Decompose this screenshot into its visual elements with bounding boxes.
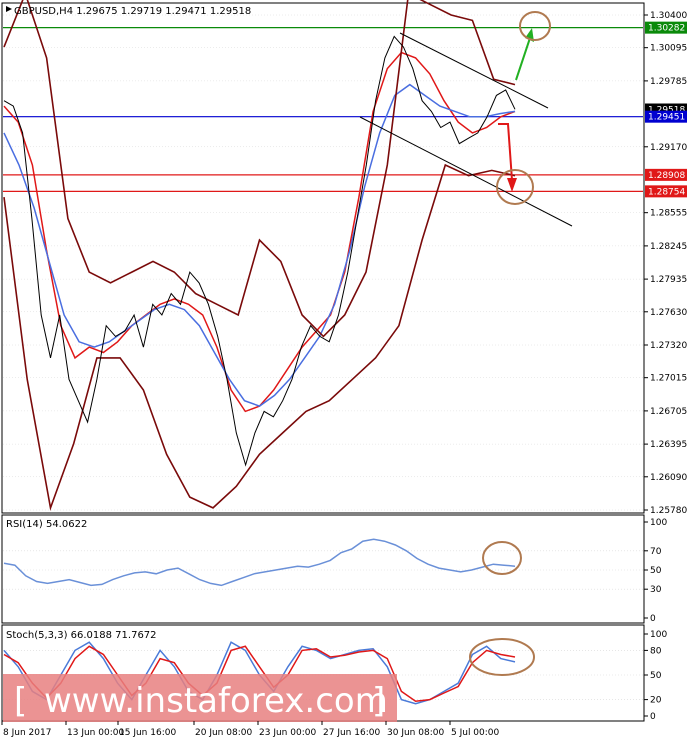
stoch-title: Stoch(5,3,3) 66.0188 71.7672 (6, 630, 157, 641)
level-price-label: 1.28754 (648, 187, 685, 197)
level-price-label: 1.28908 (648, 171, 685, 181)
price-tick-label: 1.27320 (650, 341, 687, 351)
watermark-bracket-left: [ (14, 681, 27, 721)
price-tick-label: 1.28245 (650, 242, 687, 252)
price-tick-label: 1.27015 (650, 374, 687, 384)
time-tick-label: 8 Jun 2017 (3, 728, 51, 738)
price-tick-label: 1.26395 (650, 440, 687, 450)
rsi-tick-label: 100 (650, 518, 667, 528)
time-tick-label: 13 Jun 00:00 (67, 728, 124, 738)
forex-chart: 1.30400 1.30095 1.29785 1.29170 1.28555 1.282… (0, 0, 688, 743)
price-tick-label: 1.29170 (650, 143, 687, 153)
time-tick-label: 30 Jun 08:00 (387, 728, 444, 738)
time-tick-label: 20 Jun 08:00 (195, 728, 252, 738)
watermark-text: www.instaforex.com (44, 681, 388, 721)
stoch-tick-label: 100 (650, 630, 667, 640)
rsi-title: RSI(14) 54.0622 (6, 519, 87, 530)
price-tick-label: 1.26705 (650, 407, 687, 417)
rsi-tick-label: 30 (650, 585, 662, 595)
time-tick-label: 23 Jun 00:00 (259, 728, 316, 738)
stoch-tick-label: 0 (650, 712, 656, 722)
rsi-tick-label: 50 (650, 566, 662, 576)
price-tick-label: 1.27935 (650, 275, 687, 285)
price-tick-label: 1.28555 (650, 209, 687, 219)
time-tick-label: 27 Jun 16:00 (323, 728, 380, 738)
time-tick-label: 15 Jun 16:00 (119, 728, 176, 738)
price-tick-label: 1.30400 (650, 11, 687, 21)
stoch-tick-label: 80 (650, 646, 662, 656)
instrument-title: GBPUSD,H4 1.29675 1.29719 1.29471 1.2951… (14, 6, 251, 17)
level-price-label: 1.29451 (648, 113, 685, 123)
rsi-tick-label: 70 (650, 547, 662, 557)
level-price-label: 1.30282 (648, 24, 685, 34)
price-tick-label: 1.27630 (650, 308, 687, 318)
stoch-tick-label: 20 (650, 696, 662, 706)
price-tick-label: 1.29785 (650, 77, 687, 87)
price-tick-label: 1.30095 (650, 44, 687, 54)
time-tick-label: 5 Jul 00:00 (451, 728, 500, 738)
stoch-tick-label: 50 (650, 671, 662, 681)
watermark-bracket-right: ] (372, 681, 385, 721)
price-tick-label: 1.25780 (650, 506, 687, 516)
price-tick-label: 1.26090 (650, 473, 687, 483)
rsi-tick-label: 0 (650, 614, 656, 624)
